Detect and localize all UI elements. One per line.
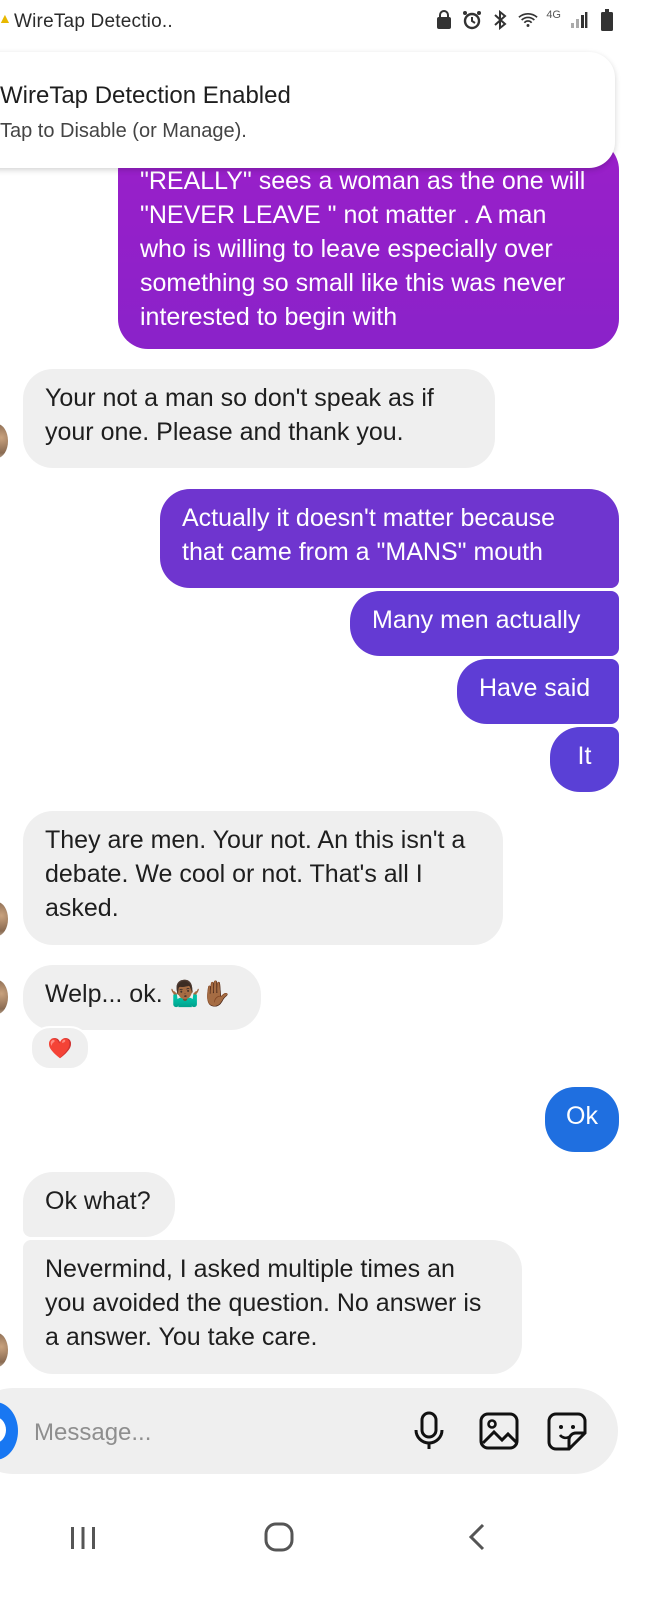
message-text: They are men. Your not. An this isn't a …	[45, 826, 466, 922]
message-text: Welp... ok. 🤷🏾‍♂️✋🏾	[45, 980, 232, 1008]
warning-icon: ▲	[0, 10, 12, 26]
message-input[interactable]	[32, 1414, 396, 1452]
vpn-icon	[434, 9, 454, 31]
outgoing-message[interactable]: Ok	[545, 1087, 619, 1152]
outgoing-message[interactable]: "REALLY" sees a woman as the one will "N…	[118, 140, 619, 349]
recents-icon[interactable]	[58, 1512, 108, 1562]
gallery-icon[interactable]	[478, 1410, 520, 1452]
message-text: Your not a man so don't speak as if your…	[45, 384, 434, 446]
incoming-message[interactable]: They are men. Your not. An this isn't a …	[23, 811, 503, 945]
bluetooth-icon	[490, 9, 510, 31]
home-icon[interactable]	[254, 1512, 304, 1562]
message-text: Nevermind, I asked multiple times an you…	[45, 1255, 482, 1351]
wiretap-notification[interactable]: WireTap Detection Enabled Tap to Disable…	[0, 52, 615, 168]
message-text: Actually it doesn't matter because that …	[182, 504, 556, 566]
notification-title: WireTap Detection Enabled	[0, 82, 291, 109]
outgoing-message[interactable]: It	[550, 727, 619, 792]
message-text: Ok	[566, 1102, 598, 1130]
incoming-message[interactable]: Your not a man so don't speak as if your…	[23, 369, 495, 468]
status-app-title: WireTap Detectio..	[14, 11, 173, 32]
battery-icon	[597, 9, 617, 31]
incoming-message[interactable]: Welp... ok. 🤷🏾‍♂️✋🏾	[23, 965, 261, 1030]
navigation-bar	[0, 1490, 645, 1598]
avatar	[0, 424, 8, 458]
message-text: Many men actually	[372, 606, 581, 634]
heart-reaction[interactable]: ❤️	[30, 1026, 90, 1070]
status-icons: 4G	[434, 9, 617, 31]
outgoing-message[interactable]: Many men actually	[350, 591, 619, 656]
status-bar: ▲ WireTap Detectio.. 4G	[0, 0, 645, 44]
network-type-label: 4G	[546, 9, 561, 21]
wifi-icon	[518, 9, 538, 31]
incoming-message[interactable]: Ok what?	[23, 1172, 175, 1237]
outgoing-message[interactable]: Actually it doesn't matter because that …	[160, 489, 619, 588]
avatar	[0, 980, 8, 1014]
signal-icon	[569, 9, 589, 31]
incoming-message[interactable]: Nevermind, I asked multiple times an you…	[23, 1240, 522, 1374]
message-text: "REALLY" sees a woman as the one will "N…	[140, 167, 586, 331]
back-icon[interactable]	[452, 1512, 502, 1562]
message-text: Have said	[479, 674, 591, 702]
outgoing-message[interactable]: Have said	[457, 659, 619, 724]
avatar	[0, 902, 8, 936]
alarm-icon	[462, 9, 482, 31]
notification-subtitle: Tap to Disable (or Manage).	[0, 120, 247, 142]
heart-icon: ❤️	[47, 1037, 73, 1060]
avatar	[0, 1333, 8, 1367]
microphone-icon[interactable]	[408, 1410, 450, 1452]
message-text: Ok what?	[45, 1187, 151, 1215]
message-text: It	[577, 742, 592, 770]
sticker-icon[interactable]	[546, 1410, 588, 1452]
